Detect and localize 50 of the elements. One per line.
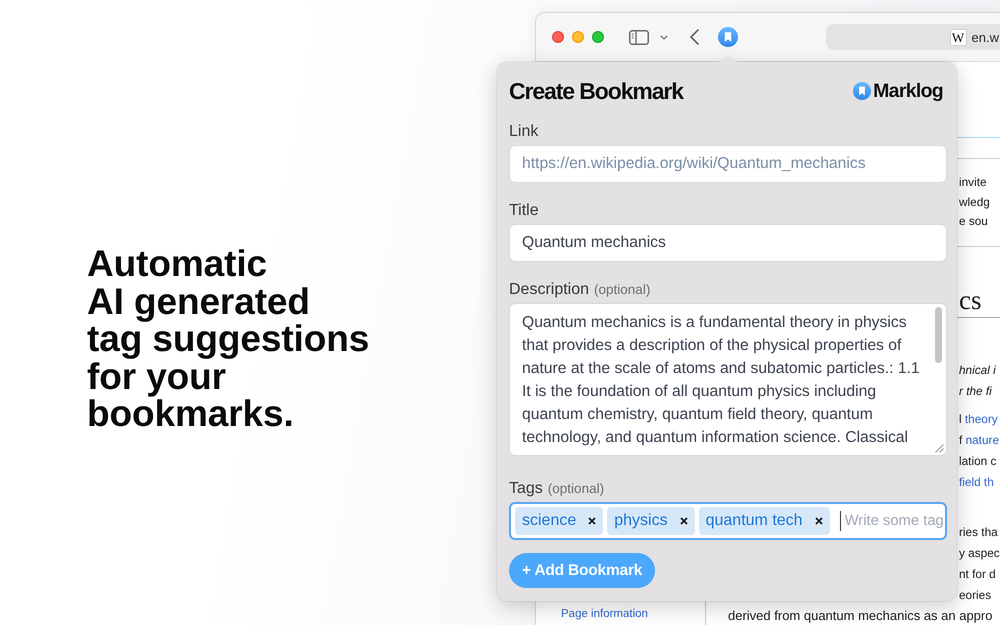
article-text: ries tha — [959, 524, 999, 540]
brand-name: Marklog — [873, 80, 943, 102]
field-label: Tags — [509, 479, 543, 499]
field-label: Description — [509, 280, 590, 300]
tag-chip[interactable]: quantum tech — [698, 507, 830, 535]
sidebar-icon[interactable] — [629, 30, 649, 44]
article-text: y aspec — [959, 544, 1000, 562]
address-bar[interactable]: W en.w — [826, 24, 1000, 50]
bookmark-logo-icon — [853, 82, 872, 100]
optional-hint: (optional) — [594, 281, 650, 299]
article-text: eories — [959, 586, 992, 604]
window-close-icon[interactable] — [552, 31, 564, 43]
description-field[interactable]: Quantum mechanics is a fundamental theory in physics that provides a description of the physical properties of nature at the scale of atoms and subatomic particles.: 1.1 It is the foundation of all quantum physics including quantum chemistry, quantum field theory, quantum technology, and quantum information science. Classical — [509, 303, 947, 456]
hatnote-text: hnical i — [959, 362, 997, 378]
popup-title: Create Bookmark — [509, 78, 683, 104]
back-icon[interactable] — [690, 29, 699, 45]
close-icon[interactable] — [680, 517, 688, 525]
notice-text: wledg — [959, 194, 991, 210]
field-label: Title — [509, 201, 539, 221]
tags-field[interactable]: science physics quantum tech Write some tag — [509, 502, 947, 540]
article-link[interactable]: nature — [966, 432, 1000, 446]
window-minimize-icon[interactable] — [572, 31, 584, 43]
scrollbar-thumb[interactable] — [935, 307, 942, 363]
article-text: l theory — [959, 410, 999, 428]
optional-hint: (optional) — [548, 480, 604, 498]
article-text: nt for d — [959, 566, 997, 582]
article-text: derived from quantum mechanics as an appro — [728, 606, 992, 624]
notice-text: e sou — [959, 213, 989, 230]
article-link[interactable]: theory — [964, 412, 998, 426]
article-link[interactable]: field th — [959, 474, 994, 488]
sidebar-link[interactable]: Page information — [561, 605, 648, 624]
close-icon[interactable] — [814, 517, 823, 525]
chevron-down-icon[interactable] — [660, 34, 668, 40]
tag-chip[interactable]: science — [515, 507, 604, 535]
text-input[interactable]: https://en.wikipedia.org/wiki/Quantum_mechanics — [509, 145, 947, 183]
text-cursor-icon — [840, 511, 841, 531]
hatnote-text: r the fi — [959, 382, 993, 400]
field-label: Link — [509, 122, 538, 142]
window-zoom-icon[interactable] — [592, 31, 604, 43]
section-heading: cs — [959, 284, 982, 316]
article-text: f nature — [959, 432, 1000, 448]
text-input[interactable]: Quantum mechanics — [509, 224, 947, 262]
headline: Automatic AI generated tag suggestions for your bookmarks. — [87, 245, 370, 432]
notice-text: invite — [959, 174, 988, 191]
tag-chip[interactable]: physics — [607, 507, 695, 535]
bookmark-extension-icon[interactable] — [718, 27, 738, 47]
article-text: lation c — [959, 452, 998, 470]
site-favicon: W — [950, 28, 967, 46]
resize-grip-icon[interactable] — [935, 444, 944, 453]
close-icon[interactable] — [588, 517, 596, 525]
